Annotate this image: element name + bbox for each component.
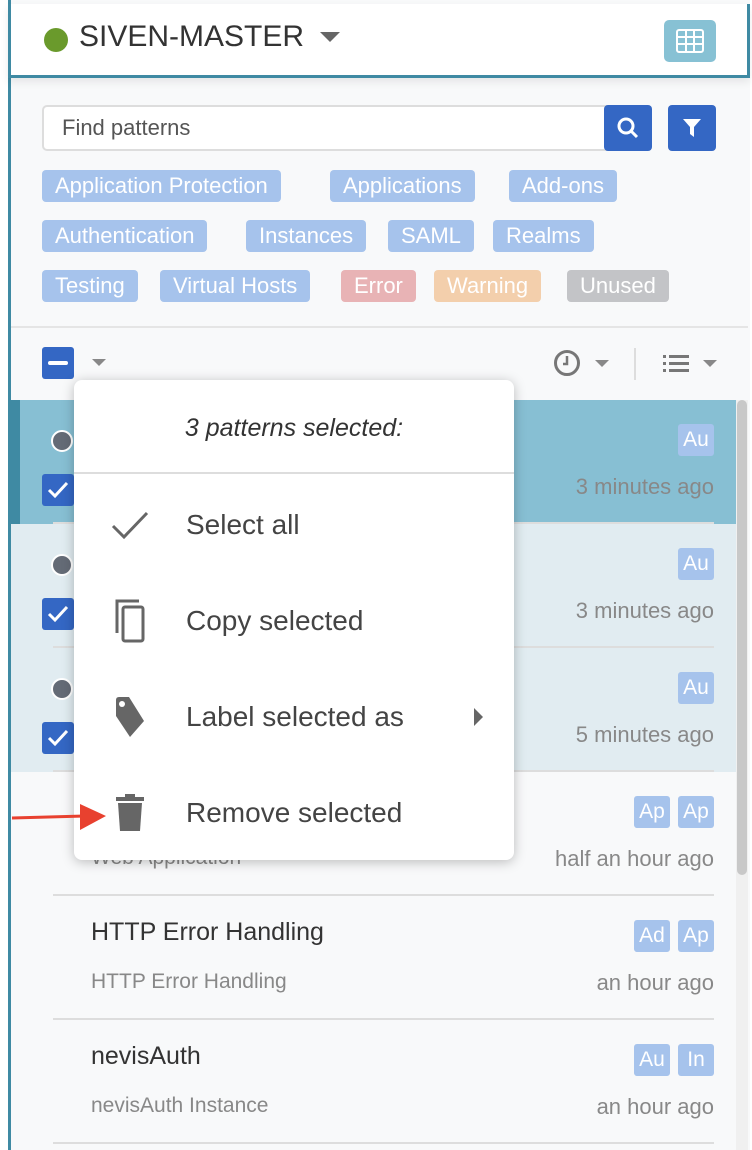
check-icon: [47, 605, 69, 623]
tag-filter[interactable]: Warning: [434, 270, 542, 302]
row-divider: [53, 1142, 714, 1144]
toolbar-separator: [634, 348, 636, 380]
active-indicator: [11, 400, 20, 524]
tag-filter[interactable]: Add-ons: [509, 170, 617, 202]
pattern-type-chip: Ap: [678, 920, 714, 952]
selection-dropdown-caret[interactable]: [92, 359, 106, 366]
pattern-title: nevisAuth: [91, 1042, 201, 1070]
pattern-row[interactable]: nevisAuth nevisAuth Instance Au In an hour a…: [11, 1020, 736, 1144]
project-selector[interactable]: SIVEN-MASTER: [79, 20, 341, 54]
project-title: SIVEN-MASTER: [79, 20, 305, 53]
filter-icon: [683, 119, 701, 137]
clock-icon: [554, 350, 580, 376]
check-icon: [111, 511, 149, 540]
pattern-title: HTTP Error Handling: [91, 918, 324, 946]
menu-item-label-selected-as[interactable]: Label selected as: [74, 669, 514, 765]
filter-button[interactable]: [668, 105, 716, 151]
chevron-down-icon: [595, 359, 609, 367]
minus-icon: [48, 361, 68, 365]
menu-item-label: Label selected as: [186, 701, 404, 732]
chevron-right-icon: [474, 708, 483, 726]
scrollbar[interactable]: [736, 400, 748, 1150]
scrollbar-thumb[interactable]: [737, 400, 747, 875]
tag-filter[interactable]: Realms: [493, 220, 594, 252]
menu-item-remove-selected[interactable]: Remove selected: [74, 765, 514, 861]
check-icon: [47, 481, 69, 499]
status-dot: [51, 430, 73, 452]
pattern-timestamp: an hour ago: [596, 1094, 714, 1119]
tag-filter[interactable]: Virtual Hosts: [160, 270, 311, 302]
select-all-checkbox[interactable]: [42, 347, 74, 379]
pattern-type-chip: Ap: [634, 796, 670, 828]
pattern-timestamp: 3 minutes ago: [575, 598, 714, 623]
status-dot: [51, 554, 73, 576]
pattern-type-chip: Ap: [678, 796, 714, 828]
bulk-actions-menu: 3 patterns selected: Select all Copy sel…: [74, 380, 514, 860]
tag-filter[interactable]: Testing: [42, 270, 138, 302]
chevron-down-icon: [320, 32, 341, 42]
copy-icon: [115, 599, 145, 643]
menu-header: 3 patterns selected:: [74, 380, 514, 474]
pattern-subtitle: nevisAuth Instance: [91, 1094, 269, 1117]
tag-filter[interactable]: Instances: [246, 220, 367, 252]
red-arrow-annotation: [11, 804, 106, 830]
menu-item-label: Copy selected: [186, 605, 364, 636]
menu-item-label: Select all: [186, 509, 300, 540]
search-button[interactable]: [604, 105, 652, 151]
row-checkbox[interactable]: [42, 722, 74, 754]
pattern-type-chip: Au: [678, 424, 714, 456]
pattern-subtitle: HTTP Error Handling: [91, 970, 287, 993]
pattern-row[interactable]: HTTP Error Handling HTTP Error Handling Ad…: [11, 896, 736, 1020]
search-input[interactable]: [42, 105, 612, 151]
pattern-type-chip: Ad: [634, 920, 670, 952]
pattern-timestamp: an hour ago: [596, 970, 714, 995]
list-icon: [663, 355, 689, 372]
tag-filter[interactable]: SAML: [388, 220, 474, 252]
trash-icon: [116, 794, 144, 831]
project-header: SIVEN-MASTER: [8, 4, 750, 78]
pattern-type-chip: Au: [678, 548, 714, 580]
tag-filter[interactable]: Unused: [567, 270, 669, 302]
divider: [11, 326, 748, 328]
tag-filter[interactable]: Application Protection: [42, 170, 281, 202]
tag-filter[interactable]: Applications: [330, 170, 475, 202]
pattern-timestamp: half an hour ago: [554, 846, 714, 871]
menu-item-label: Remove selected: [186, 797, 403, 828]
tag-filter[interactable]: Error: [341, 270, 416, 302]
search-icon: [617, 117, 639, 139]
sort-button[interactable]: [553, 349, 609, 377]
pattern-type-chip: Au: [634, 1044, 670, 1076]
grid-view-button[interactable]: [664, 20, 716, 62]
menu-item-copy-selected[interactable]: Copy selected: [74, 573, 514, 669]
tag-filter[interactable]: Authentication: [42, 220, 208, 252]
pattern-timestamp: 3 minutes ago: [575, 474, 714, 499]
pattern-type-chip: Au: [678, 672, 714, 704]
row-checkbox[interactable]: [42, 474, 74, 506]
row-checkbox[interactable]: [42, 598, 74, 630]
check-icon: [47, 729, 69, 747]
status-dot: [51, 678, 73, 700]
view-mode-button[interactable]: [663, 354, 717, 372]
menu-item-select-all[interactable]: Select all: [74, 477, 514, 573]
pattern-type-chip: In: [678, 1044, 714, 1076]
tag-icon: [116, 697, 144, 737]
grid-icon: [676, 29, 704, 53]
status-dot: [44, 28, 68, 52]
chevron-down-icon: [703, 359, 717, 367]
pattern-timestamp: 5 minutes ago: [575, 722, 714, 747]
